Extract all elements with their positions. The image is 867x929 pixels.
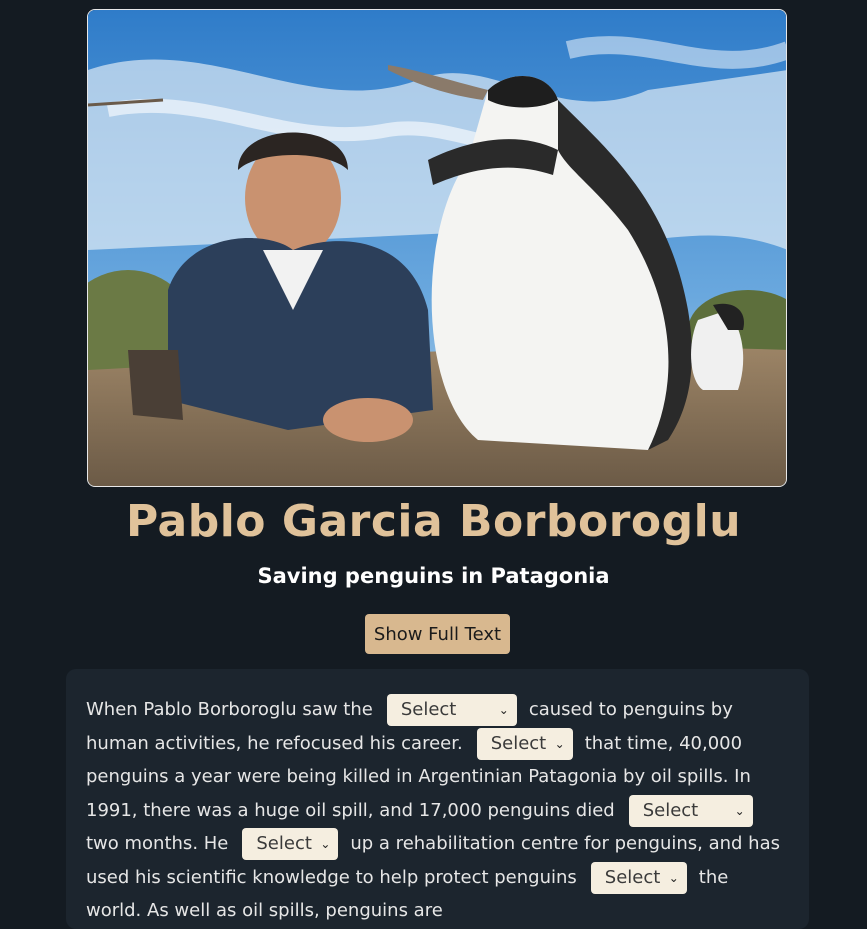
gap-select-3[interactable]: Select ⌄ [628,794,753,827]
select-placeholder: Select [642,799,699,821]
show-full-text-button[interactable]: Show Full Text [365,614,510,654]
select-placeholder: Select [400,699,457,720]
select-placeholder: Select [490,732,547,754]
passage-card: When Pablo Borboroglu saw the Select ⌄ caus… [66,669,809,929]
page-subtitle: Saving penguins in Patagonia [257,564,610,588]
gap-select-4[interactable]: Select ⌄ [242,828,339,860]
passage-text: When Pablo Borboroglu saw the Select ⌄ caus… [86,693,789,928]
photo-man-with-penguin-icon [88,10,786,486]
chevron-down-icon: ⌄ [668,870,679,885]
select-placeholder: Select [604,866,661,888]
passage-segment: two months. He [86,833,229,854]
chevron-down-icon: ⌄ [734,803,745,818]
page-title: Pablo Garcia Borboroglu [125,496,742,547]
gap-select-5[interactable]: Select ⌄ [590,861,687,894]
select-placeholder: Select [256,833,312,854]
chevron-down-icon: ⌄ [554,736,565,751]
gap-select-1[interactable]: Select ⌄ [386,694,517,726]
chevron-down-icon: ⌄ [320,837,331,851]
passage-segment: When Pablo Borboroglu saw the [86,699,373,720]
gap-select-2[interactable]: Select ⌄ [476,727,573,760]
hero-image [87,9,787,487]
chevron-down-icon: ⌄ [498,703,509,717]
